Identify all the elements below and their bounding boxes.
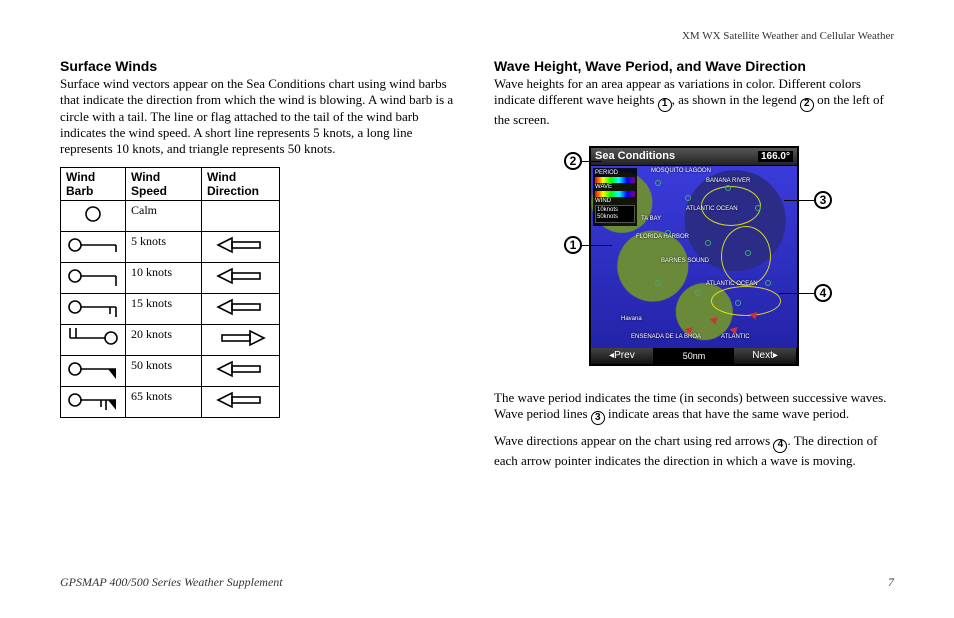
table-row: 20 knots (61, 325, 280, 356)
two-column-layout: Surface Winds Surface wind vectors appea… (60, 58, 894, 477)
wind-speed-cell: Calm (126, 201, 202, 232)
wave-para-2: The wave period indicates the time (in s… (494, 390, 894, 426)
th-wind-barb: Wind Barb (61, 168, 126, 201)
table-row: 50 knots (61, 356, 280, 387)
th-wind-direction: Wind Direction (202, 168, 280, 201)
surface-winds-heading: Surface Winds (60, 58, 460, 74)
circled-2-icon: 2 (800, 98, 814, 112)
wind-barb-icon (61, 356, 126, 387)
wind-barb-icon (61, 263, 126, 294)
wind-barb-icon (61, 232, 126, 263)
footer-page-number: 7 (888, 575, 894, 590)
wind-direction-icon (202, 201, 280, 232)
wind-barb-icon (61, 294, 126, 325)
callout-1: 1 (564, 236, 582, 254)
wind-direction-icon (202, 294, 280, 325)
circled-4-icon: 4 (773, 439, 787, 453)
table-row: 65 knots (61, 387, 280, 418)
footer-title: GPSMAP 400/500 Series Weather Supplement (60, 575, 283, 590)
wind-direction-icon (202, 387, 280, 418)
wind-direction-icon (202, 325, 280, 356)
device-legend: PERIOD WAVE WIND 10knots 50knots (593, 168, 637, 226)
wind-speed-cell: 20 knots (126, 325, 202, 356)
surface-winds-paragraph: Surface wind vectors appear on the Sea C… (60, 76, 460, 157)
circled-3-icon: 3 (591, 411, 605, 425)
wind-direction-icon (202, 232, 280, 263)
wind-barb-icon (61, 201, 126, 232)
wind-speed-cell: 50 knots (126, 356, 202, 387)
device-heading-value: 166.0° (758, 151, 793, 162)
wind-barb-table: Wind Barb Wind Speed Wind Direction Calm… (60, 167, 280, 418)
wind-barb-icon (61, 387, 126, 418)
left-column: Surface Winds Surface wind vectors appea… (60, 58, 460, 477)
device-title: Sea Conditions (595, 150, 675, 162)
device-screen: Sea Conditions 166.0° MOSQUITO LAGOON BA… (589, 146, 799, 366)
circled-1-icon: 1 (658, 98, 672, 112)
wind-direction-icon (202, 263, 280, 294)
table-row: Calm (61, 201, 280, 232)
right-column: Wave Height, Wave Period, and Wave Direc… (494, 58, 894, 477)
scale-indicator: 50nm (654, 348, 734, 364)
device-bottombar: ◂Prev 50nm Next▸ (591, 348, 797, 364)
wind-direction-icon (202, 356, 280, 387)
wave-heading: Wave Height, Wave Period, and Wave Direc… (494, 58, 894, 74)
table-row: 5 knots (61, 232, 280, 263)
wind-speed-cell: 10 knots (126, 263, 202, 294)
callout-2: 2 (564, 152, 582, 170)
device-titlebar: Sea Conditions 166.0° (591, 148, 797, 166)
wave-para-3: Wave directions appear on the chart usin… (494, 433, 894, 469)
header-section-title: XM WX Satellite Weather and Cellular Wea… (682, 30, 894, 42)
table-row: 15 knots (61, 294, 280, 325)
callout-4: 4 (814, 284, 832, 302)
wind-speed-cell: 5 knots (126, 232, 202, 263)
prev-button[interactable]: ◂Prev (591, 348, 654, 364)
sea-conditions-figure: Sea Conditions 166.0° MOSQUITO LAGOON BA… (529, 136, 859, 376)
wind-barb-icon (61, 325, 126, 356)
next-button[interactable]: Next▸ (734, 348, 797, 364)
callout-3: 3 (814, 191, 832, 209)
wave-para-1: Wave heights for an area appear as varia… (494, 76, 894, 128)
wind-speed-cell: 15 knots (126, 294, 202, 325)
th-wind-speed: Wind Speed (126, 168, 202, 201)
wind-speed-cell: 65 knots (126, 387, 202, 418)
table-row: 10 knots (61, 263, 280, 294)
